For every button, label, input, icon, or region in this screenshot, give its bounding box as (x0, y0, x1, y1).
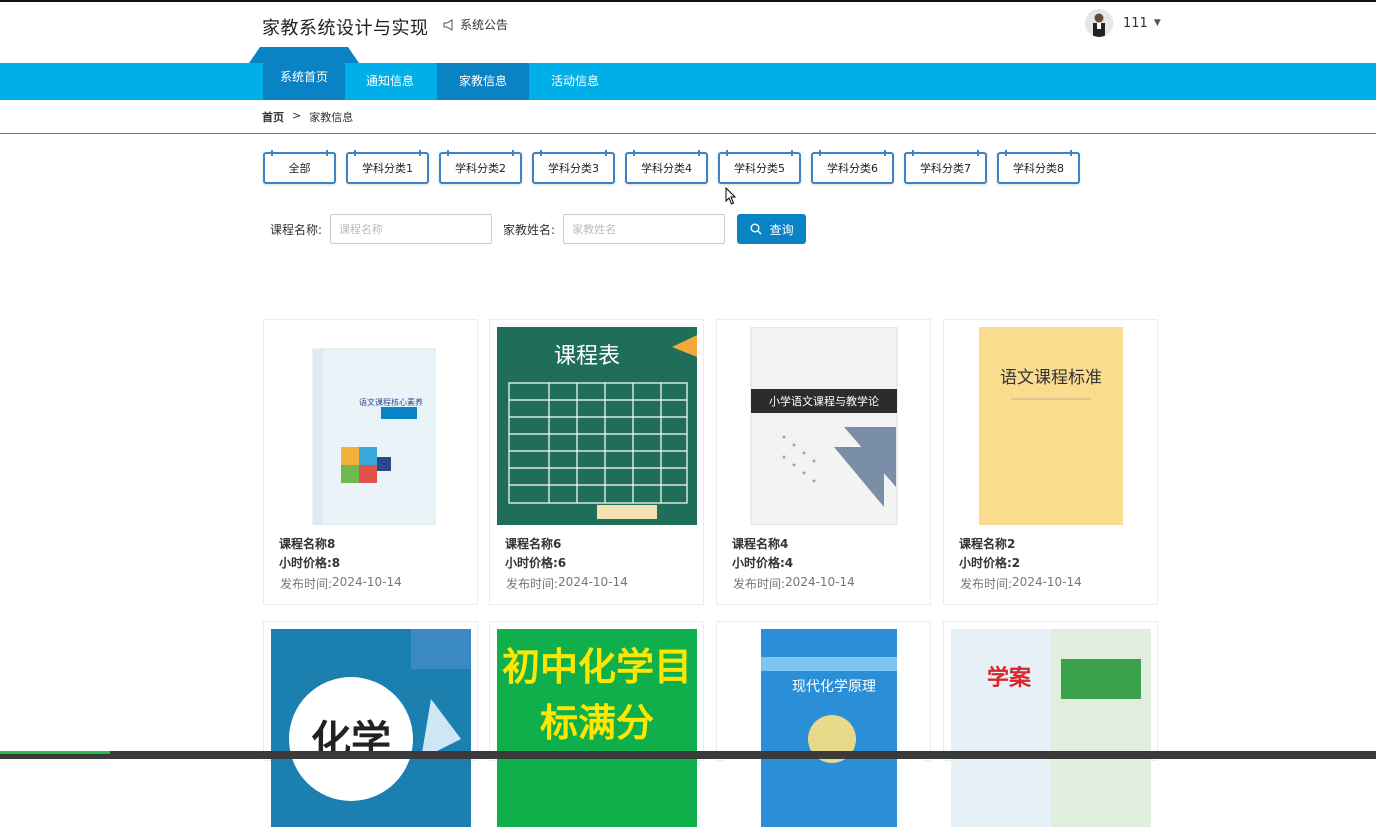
course-card[interactable]: 语文课程核心素养 课程名称8 小时价格:8 发布时间: 2024-10-14 (263, 319, 478, 605)
course-cover-image: 化学 (271, 629, 471, 827)
course-cover-image: 学案 (951, 629, 1151, 827)
username: 111 (1123, 15, 1148, 31)
breadcrumb-home[interactable]: 首页 (262, 109, 284, 125)
breadcrumb-current: 家教信息 (309, 111, 354, 124)
course-name-label: 课程名称: (270, 222, 323, 237)
course-card[interactable]: 语文课程标准 课程名称2 小时价格:2 发布时间: 2024-10-14 (943, 319, 1158, 605)
svg-text:学案: 学案 (987, 665, 1032, 691)
course-cover-image: 现代化学原理 (724, 629, 924, 827)
search-icon (750, 223, 762, 235)
category-all[interactable]: 全部 (263, 150, 336, 184)
category-5[interactable]: 学科分类5 (718, 150, 801, 184)
course-name-input[interactable] (330, 214, 493, 244)
video-progress-bar[interactable] (0, 751, 1376, 759)
main-nav: 通知信息 家教信息 活动信息 (0, 63, 1376, 100)
course-card[interactable]: 化学 (263, 621, 478, 827)
svg-text:现代化学原理: 现代化学原理 (792, 679, 876, 695)
mouse-cursor-icon (725, 187, 737, 205)
course-price: 小时价格:6 (505, 556, 567, 570)
course-cover-image: 初中化学目标满分 (497, 629, 697, 827)
course-cover-image: 小学语文课程与教学论 (724, 327, 924, 525)
course-publish-time: 发布时间: 2024-10-14 (733, 575, 855, 591)
course-price: 小时价格:2 (959, 556, 1021, 570)
category-8[interactable]: 学科分类8 (997, 150, 1080, 184)
nav-tutor-info[interactable]: 家教信息 (437, 63, 529, 100)
category-7[interactable]: 学科分类7 (904, 150, 987, 184)
course-price: 小时价格:8 (279, 556, 341, 570)
breadcrumb: 首页 > 家教信息 (262, 109, 353, 125)
search-button[interactable]: 查询 (737, 214, 807, 244)
nav-activity-info[interactable]: 活动信息 (529, 63, 621, 100)
search-button-label: 查询 (769, 222, 794, 237)
course-cover-image: 语文课程标准 (951, 327, 1151, 525)
course-cover-image: 语文课程核心素养 (271, 327, 471, 525)
category-filter: 全部 学科分类1 学科分类2 学科分类3 学科分类4 学科分类5 学科分类6 学… (263, 150, 1080, 184)
category-1[interactable]: 学科分类1 (346, 150, 429, 184)
avatar (1085, 9, 1113, 37)
header: 家教系统设计与实现 系统公告 111 ▼ (0, 2, 1376, 63)
svg-text:语文课程标准: 语文课程标准 (1000, 368, 1102, 388)
course-title: 课程名称4 (732, 537, 789, 551)
svg-text:语文课程核心素养: 语文课程核心素养 (359, 397, 423, 407)
course-cover-image: 课程表 (497, 327, 697, 525)
course-price: 小时价格:4 (732, 556, 794, 570)
system-notice-label: 系统公告 (460, 18, 509, 32)
course-publish-time: 发布时间: 2024-10-14 (280, 575, 402, 591)
site-title: 家教系统设计与实现 (262, 18, 429, 39)
category-3[interactable]: 学科分类3 (532, 150, 615, 184)
course-card[interactable]: 课程表 课程名称6 小时价格:6 发布时间: 2024-10-14 (489, 319, 704, 605)
system-notice-link[interactable]: 系统公告 (443, 16, 508, 33)
caret-down-icon: ▼ (1153, 18, 1161, 28)
course-card[interactable]: 小学语文课程与教学论 课程名称4 小时价格:4 发布时间: 2024-10-14 (716, 319, 931, 605)
course-title: 课程名称2 (959, 537, 1016, 551)
svg-text:课程表: 课程表 (554, 344, 620, 369)
tutor-name-input[interactable] (563, 214, 726, 244)
category-4[interactable]: 学科分类4 (625, 150, 708, 184)
course-title: 课程名称8 (279, 537, 336, 551)
course-card[interactable]: 现代化学原理 (716, 621, 931, 827)
course-publish-time: 发布时间: 2024-10-14 (960, 575, 1082, 591)
breadcrumb-separator: > (292, 109, 302, 122)
megaphone-icon (443, 18, 453, 31)
nav-home-label: 系统首页 (263, 63, 345, 100)
course-card[interactable]: 学案 (943, 621, 1158, 827)
divider (0, 133, 1376, 134)
tutor-name-label: 家教姓名: (503, 222, 556, 237)
svg-text:小学语文课程与教学论: 小学语文课程与教学论 (769, 394, 879, 408)
progress-fill (0, 751, 110, 754)
category-2[interactable]: 学科分类2 (439, 150, 522, 184)
search-bar: 课程名称: 家教姓名: 查询 (270, 214, 807, 244)
category-6[interactable]: 学科分类6 (811, 150, 894, 184)
course-publish-time: 发布时间: 2024-10-14 (506, 575, 628, 591)
nav-home[interactable]: 系统首页 (249, 47, 359, 100)
user-menu[interactable]: 111 ▼ (1085, 9, 1161, 37)
course-title: 课程名称6 (505, 537, 562, 551)
course-card[interactable]: 初中化学目标满分 (489, 621, 704, 827)
